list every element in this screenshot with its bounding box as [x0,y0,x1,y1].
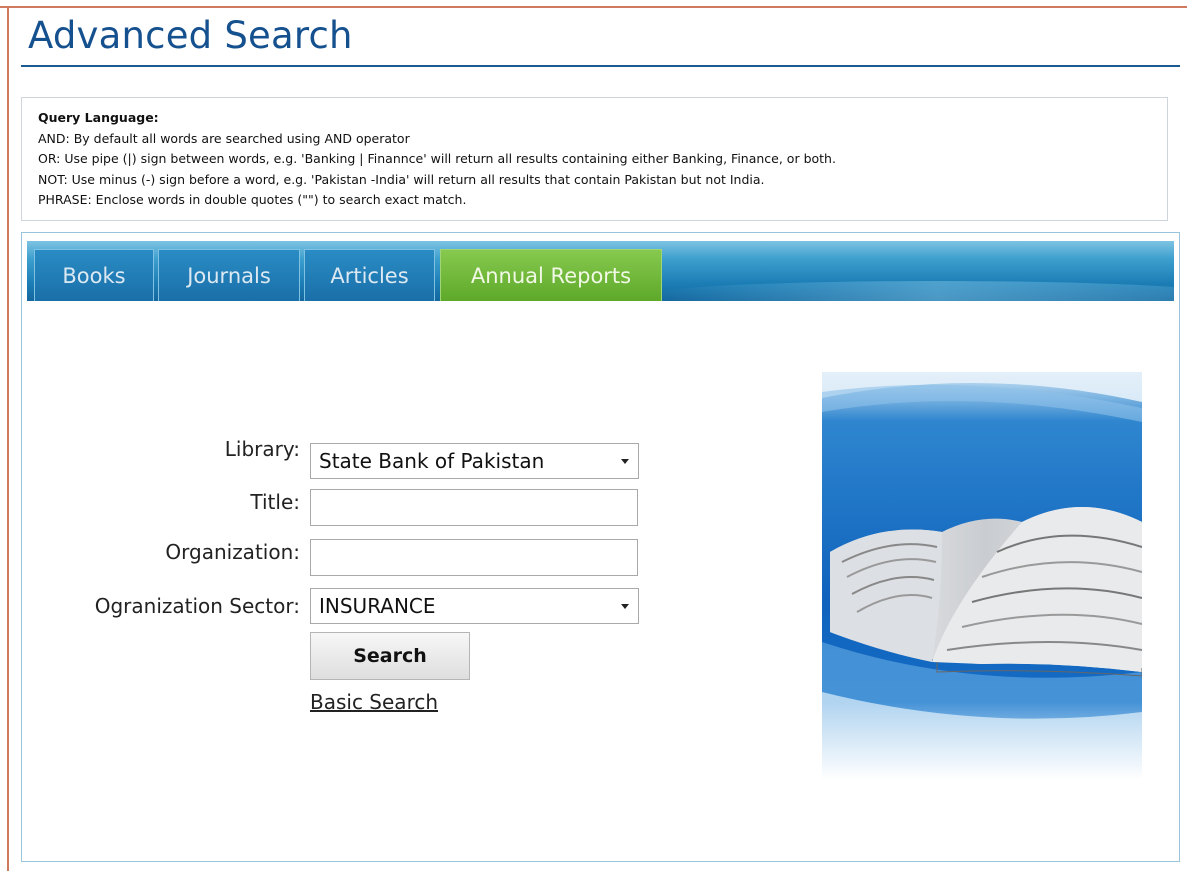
query-language-help: Query Language: AND: By default all word… [21,97,1168,221]
chevron-down-icon [621,604,629,609]
sector-label: Ogranization Sector: [94,594,300,618]
library-select[interactable]: State Bank of Pakistan [310,443,639,479]
title-input[interactable] [310,489,638,526]
title-label: Title: [250,490,300,514]
title-divider [21,65,1180,67]
library-label: Library: [224,437,300,461]
tab-annual-reports[interactable]: Annual Reports [440,249,662,301]
tab-articles[interactable]: Articles [304,249,435,301]
search-button[interactable]: Search [310,632,470,680]
help-heading: Query Language: [38,110,159,125]
basic-search-link[interactable]: Basic Search [310,690,438,714]
tab-bar: Books Journals Articles Annual Reports [27,241,1174,301]
sector-select[interactable]: INSURANCE [310,588,639,624]
stacked-books-image [822,372,1142,780]
organization-label: Organization: [165,540,300,564]
chevron-down-icon [621,459,629,464]
tab-journals[interactable]: Journals [158,249,300,301]
page-border-left [7,6,9,871]
sector-select-value: INSURANCE [319,594,436,618]
tab-books[interactable]: Books [34,249,154,301]
help-line-phrase: PHRASE: Enclose words in double quotes (… [38,192,467,207]
help-line-or: OR: Use pipe (|) sign between words, e.g… [38,151,836,166]
tab-bar-decoration [657,281,1174,301]
help-line-and: AND: By default all words are searched u… [38,130,410,146]
page-title: Advanced Search [28,14,353,57]
library-select-value: State Bank of Pakistan [319,449,545,473]
help-line-not: NOT: Use minus (-) sign before a word, e… [38,171,765,187]
organization-input[interactable] [310,539,638,576]
page-border-top [0,6,1187,8]
